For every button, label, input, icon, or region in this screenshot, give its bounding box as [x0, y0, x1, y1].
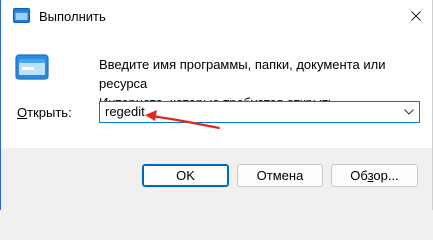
close-button[interactable]	[400, 0, 432, 32]
run-app-icon	[15, 54, 49, 80]
open-label-text: ткрыть:	[27, 105, 72, 120]
browse-button[interactable]: Обзор...	[331, 164, 418, 187]
dropdown-button[interactable]	[399, 102, 419, 122]
close-icon	[411, 11, 421, 21]
run-dialog: Выполнить Введите имя программы, папки, …	[0, 0, 433, 210]
open-label: Открыть:	[17, 105, 72, 121]
chevron-down-icon	[404, 109, 414, 115]
open-input[interactable]: regedit	[100, 104, 399, 120]
ok-button[interactable]: OK	[142, 164, 229, 187]
cancel-button[interactable]: Отмена	[237, 164, 323, 187]
browse-label-start: Об	[350, 168, 368, 183]
open-combobox[interactable]: regedit	[99, 101, 420, 123]
run-icon	[13, 8, 30, 23]
window-title: Выполнить	[39, 9, 106, 24]
description-line-1: Введите имя программы, папки, документа …	[99, 57, 386, 91]
title-bar[interactable]: Выполнить	[1, 0, 432, 32]
browse-label-end: ор...	[373, 168, 399, 183]
open-label-mnemonic: О	[17, 105, 28, 120]
